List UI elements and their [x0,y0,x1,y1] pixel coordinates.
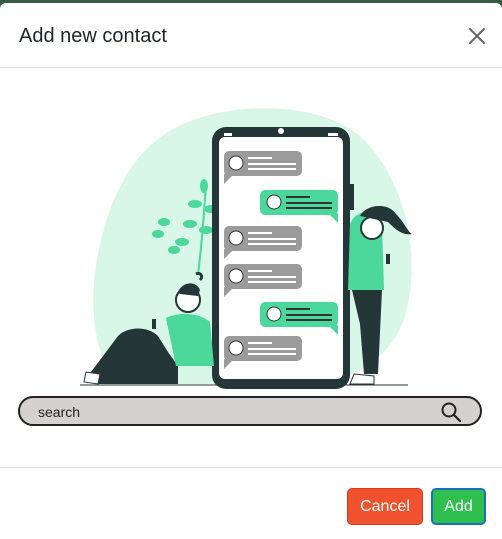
contacts-illustration [80,108,412,389]
search-input[interactable] [38,402,418,422]
close-icon[interactable] [466,25,488,47]
cancel-button[interactable]: Cancel [347,488,423,525]
dialog-title: Add new contact [19,25,167,47]
dialog-footer: Cancel Add [0,467,502,539]
dialog-header: Add new contact [0,3,502,68]
dialog-body [0,68,502,467]
search-bar [18,396,482,426]
search-icon[interactable] [440,401,462,423]
add-contact-dialog: Add new contact search Cancel Add [0,3,502,539]
add-button[interactable]: Add [431,488,486,525]
